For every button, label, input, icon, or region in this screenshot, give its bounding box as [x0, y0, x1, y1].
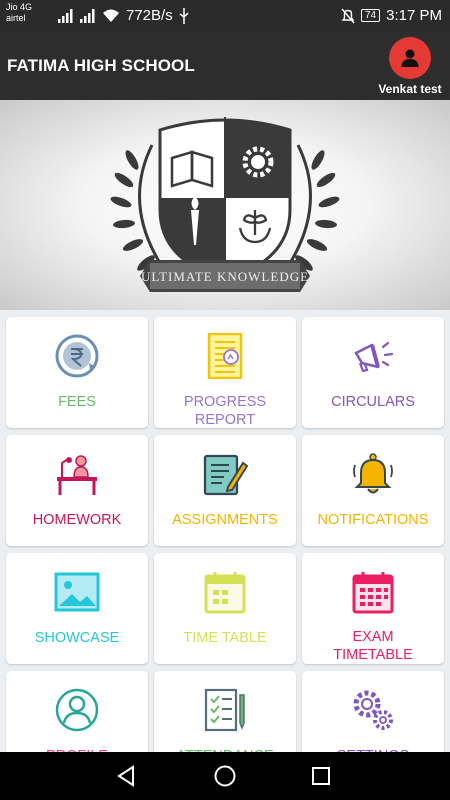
progress-report-label: PROGRESS REPORT: [160, 393, 290, 429]
carrier-info: Jio 4G airtel: [6, 2, 32, 24]
study-desk-icon: [57, 455, 97, 495]
picture-icon: [54, 572, 100, 612]
dashboard-grid: FEES PROGRESS REPORT CIRCULARS HOMEWORK …: [6, 317, 444, 782]
status-bar: Jio 4G airtel 772B/s 74 3:17 PM: [0, 0, 450, 32]
fees-label: FEES: [58, 394, 96, 410]
gears-icon: [353, 690, 393, 730]
carrier-2: airtel: [6, 13, 26, 23]
progress-report-label-line-2: REPORT: [194, 412, 256, 428]
signal-icon: [58, 8, 73, 23]
assignments-tile[interactable]: ASSIGNMENTS: [154, 435, 296, 546]
time-table-label: TIME TABLE: [183, 630, 267, 646]
homework-tile[interactable]: HOMEWORK: [6, 435, 148, 546]
network-speed: 772B/s: [126, 7, 173, 24]
user-name: Venkat test: [378, 82, 442, 96]
battery-indicator: 74: [361, 9, 381, 22]
avatar[interactable]: [389, 37, 431, 79]
clock: 3:17 PM: [386, 7, 442, 24]
android-nav-bar: [0, 752, 450, 800]
exam-timetable-tile[interactable]: EXAM TIMETABLE: [302, 553, 444, 664]
user-profile-button[interactable]: Venkat test: [376, 37, 444, 96]
profile-icon: [55, 688, 99, 732]
calendar-icon: [204, 572, 246, 614]
exam-timetable-label-line-1: EXAM: [352, 629, 394, 645]
person-icon: [401, 49, 419, 67]
school-crest: ULTIMATE KNOWLEDGE: [110, 117, 340, 292]
megaphone-icon: [354, 341, 394, 373]
school-banner: ULTIMATE KNOWLEDGE: [0, 100, 450, 310]
usb-icon: [179, 7, 189, 24]
circulars-tile[interactable]: CIRCULARS: [302, 317, 444, 428]
home-circle-icon[interactable]: [213, 764, 237, 788]
report-sheet-icon: [207, 333, 243, 379]
showcase-tile[interactable]: SHOWCASE: [6, 553, 148, 664]
carrier-1: Jio 4G: [6, 2, 33, 12]
exam-timetable-label-line-2: TIMETABLE: [333, 647, 413, 663]
recents-square-icon[interactable]: [309, 764, 333, 788]
notifications-label: NOTIFICATIONS: [317, 512, 429, 528]
assignments-label: ASSIGNMENTS: [172, 512, 278, 528]
app-bar: FATIMA HIGH SCHOOL Venkat test: [0, 32, 450, 100]
time-table-tile[interactable]: TIME TABLE: [154, 553, 296, 664]
checklist-icon: [204, 688, 245, 732]
circulars-label: CIRCULARS: [331, 394, 415, 410]
school-name: FATIMA HIGH SCHOOL: [7, 56, 195, 75]
showcase-label: SHOWCASE: [34, 630, 120, 646]
bell-icon: [353, 453, 393, 494]
progress-report-label-line-1: PROGRESS: [183, 394, 267, 410]
exam-calendar-icon: [352, 571, 394, 613]
back-triangle-icon[interactable]: [115, 764, 139, 788]
signal-icon-2: [80, 8, 95, 23]
wifi-icon: [103, 9, 119, 22]
homework-label: HOMEWORK: [32, 512, 122, 528]
exam-timetable-label: EXAM TIMETABLE: [308, 628, 438, 664]
notifications-tile[interactable]: NOTIFICATIONS: [302, 435, 444, 546]
progress-report-tile[interactable]: PROGRESS REPORT: [154, 317, 296, 428]
rupee-coin-icon: [55, 334, 99, 378]
banner-motto: ULTIMATE KNOWLEDGE: [141, 269, 309, 284]
fees-tile[interactable]: FEES: [6, 317, 148, 428]
notepad-pencil-icon: [203, 454, 248, 496]
mute-bell-icon: [341, 8, 355, 23]
